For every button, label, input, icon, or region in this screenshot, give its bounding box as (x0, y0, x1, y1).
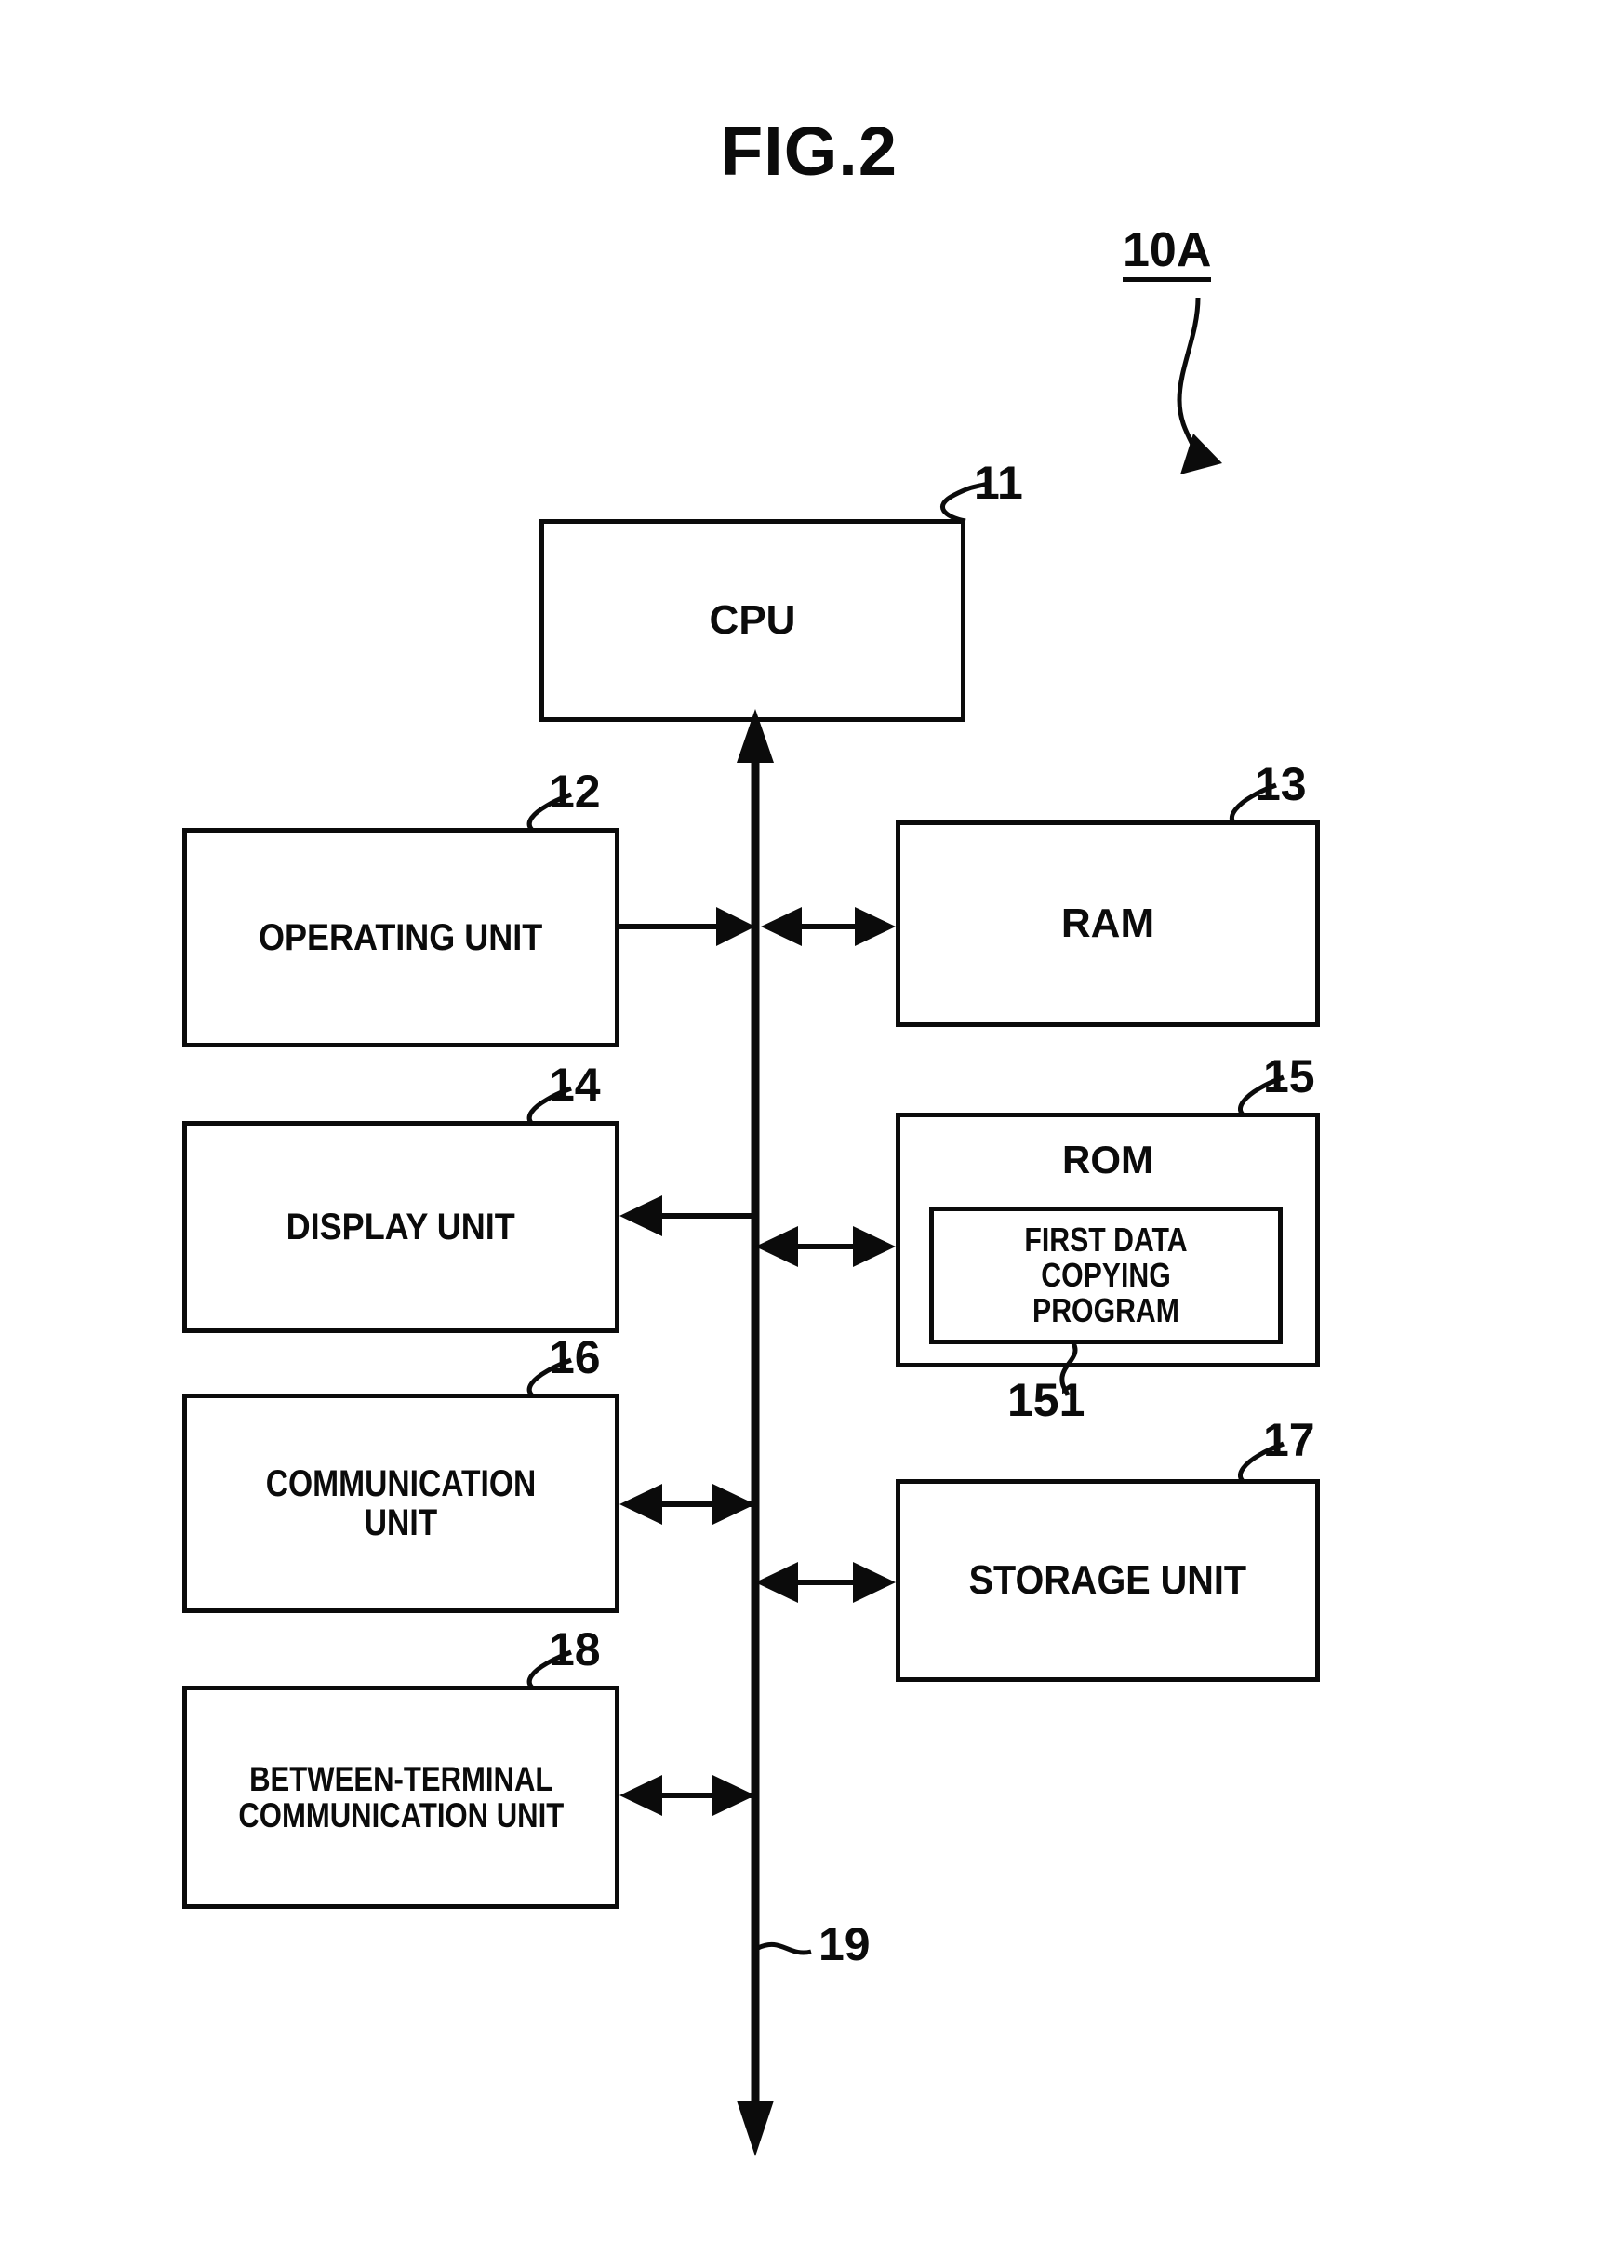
reference-numeral-display: 14 (549, 1059, 601, 1111)
leader-line-bus (756, 1941, 812, 1955)
figure-canvas: FIG.2 10A CPU OPERATING UNIT RAM DISPLAY… (0, 0, 1624, 2268)
arrowhead-operating-to-bus (716, 907, 755, 946)
arrowhead-rom-side (853, 1226, 896, 1267)
arrowhead-bus-to-display (619, 1195, 662, 1236)
block-between-terminal-communication-unit-label: BETWEEN-TERMINAL COMMUNICATION UNIT (238, 1759, 564, 1834)
block-first-data-copying-program: FIRST DATA COPYING PROGRAM (929, 1207, 1283, 1344)
arrowhead-bus-side-rom (755, 1226, 798, 1267)
block-first-data-copying-program-label: FIRST DATA COPYING PROGRAM (1024, 1221, 1188, 1329)
arrowhead-between-side (619, 1775, 662, 1816)
reference-numeral-storage: 17 (1263, 1414, 1315, 1466)
leader-line-system-ref (1177, 297, 1204, 466)
block-cpu-label: CPU (709, 596, 796, 643)
arrowhead-bus-side-ram (761, 907, 802, 946)
block-cpu: CPU (539, 519, 965, 722)
block-display-unit: DISPLAY UNIT (182, 1121, 619, 1333)
block-display-unit-label: DISPLAY UNIT (286, 1206, 516, 1247)
reference-numeral-ram: 13 (1255, 758, 1307, 810)
block-ram-label: RAM (1060, 900, 1155, 946)
block-operating-unit-label: OPERATING UNIT (259, 916, 543, 958)
block-storage-unit: STORAGE UNIT (896, 1479, 1320, 1682)
reference-numeral-bus: 19 (819, 1918, 871, 1970)
block-communication-unit-label: COMMUNICATION UNIT (265, 1462, 537, 1543)
reference-numeral-comm: 16 (549, 1331, 601, 1383)
block-rom: ROM FIRST DATA COPYING PROGRAM (896, 1113, 1320, 1367)
block-operating-unit: OPERATING UNIT (182, 828, 619, 1047)
arrowhead-bus-side-comm (712, 1484, 755, 1525)
arrowhead-bus-side-storage (755, 1562, 798, 1603)
reference-numeral-program: 151 (1007, 1374, 1085, 1426)
arrowhead-ram-side (855, 907, 896, 946)
arrowhead-storage-side (853, 1562, 896, 1603)
block-ram: RAM (896, 820, 1320, 1027)
arrowhead-bus-side-between (712, 1775, 755, 1816)
reference-numeral-operating: 12 (549, 766, 601, 818)
bus-arrowhead-down (737, 2101, 774, 2156)
figure-title: FIG.2 (720, 113, 899, 190)
block-rom-label: ROM (1062, 1138, 1153, 1181)
block-communication-unit: COMMUNICATION UNIT (182, 1394, 619, 1613)
leader-arrowhead-system-ref (1180, 434, 1222, 474)
block-storage-unit-label: STORAGE UNIT (968, 1556, 1247, 1603)
reference-numeral-cpu: 11 (974, 457, 1023, 509)
arrowhead-comm-side (619, 1484, 662, 1525)
system-reference-numeral: 10A (1123, 226, 1212, 282)
reference-numeral-between: 18 (549, 1623, 601, 1675)
reference-numeral-rom: 15 (1263, 1050, 1315, 1102)
block-between-terminal-communication-unit: BETWEEN-TERMINAL COMMUNICATION UNIT (182, 1686, 619, 1909)
